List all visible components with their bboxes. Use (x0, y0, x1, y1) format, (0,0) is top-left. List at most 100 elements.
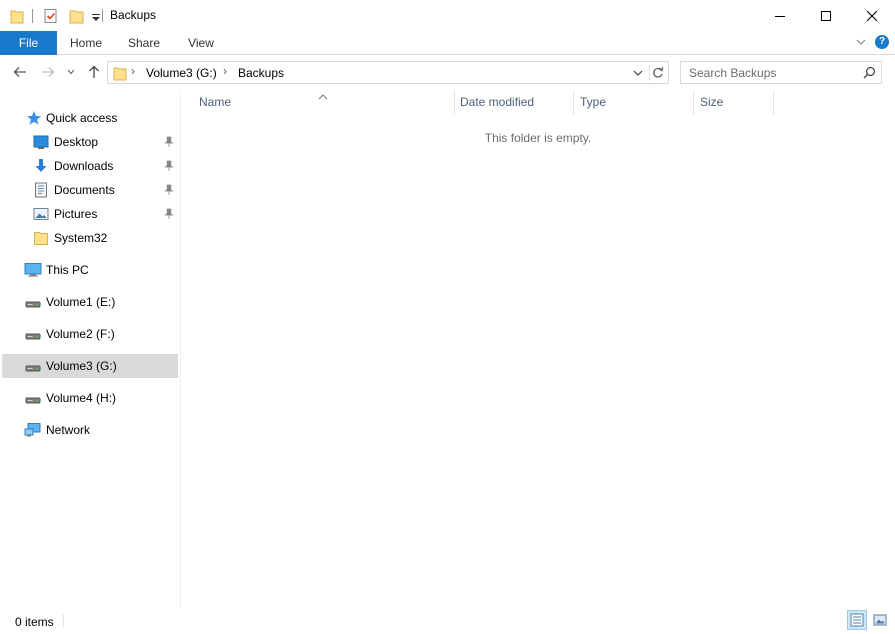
breadcrumb-backups[interactable]: Backups (238, 66, 284, 80)
address-dropdown-button[interactable] (632, 66, 644, 80)
nav-item-label: Documents (54, 183, 115, 197)
drive-icon (24, 326, 41, 342)
help-icon[interactable]: ? (875, 35, 889, 49)
expand-ribbon-button[interactable] (855, 36, 867, 48)
pin-icon[interactable] (164, 184, 174, 196)
pin-icon[interactable] (164, 160, 174, 172)
quick-access-toolbar (10, 6, 101, 26)
folder-icon (33, 230, 49, 246)
nav-item-this-pc[interactable]: This PC (2, 258, 178, 282)
nav-item-system32[interactable]: System32 (2, 226, 178, 250)
maximize-button[interactable] (803, 0, 849, 31)
nav-item-volume2[interactable]: Volume2 (F:) (2, 322, 178, 346)
pin-icon[interactable] (164, 136, 174, 148)
close-button[interactable] (849, 0, 895, 31)
column-header-type[interactable]: Type (573, 90, 693, 115)
maximize-icon (821, 10, 831, 21)
nav-item-documents[interactable]: Documents (2, 178, 178, 202)
breadcrumb-separator[interactable]: › (223, 64, 227, 78)
address-bar[interactable]: › Volume3 (G:) › Backups (107, 61, 669, 84)
nav-item-network[interactable]: Network (2, 418, 178, 442)
nav-item-pictures[interactable]: Pictures (2, 202, 178, 226)
column-header-size[interactable]: Size (693, 90, 773, 115)
column-header-name[interactable]: Name (192, 90, 454, 115)
title-bar: Backups (0, 0, 895, 31)
customize-toolbar-icon[interactable] (91, 8, 101, 24)
chevron-down-icon (67, 69, 75, 75)
arrow-up-icon (89, 65, 99, 78)
refresh-icon (653, 67, 664, 78)
forward-button[interactable] (39, 63, 57, 81)
navigation-pane: Quick access Desktop Downloads Documents (0, 90, 180, 608)
pin-icon[interactable] (164, 208, 174, 220)
nav-item-label: Quick access (46, 111, 118, 125)
chevron-down-icon (856, 39, 866, 45)
arrow-right-icon (42, 67, 55, 77)
desktop-icon (33, 134, 49, 150)
minimize-button[interactable] (757, 0, 803, 31)
tab-file[interactable]: File (0, 31, 57, 55)
folder-icon (10, 8, 24, 24)
column-header-date-modified[interactable]: Date modified (453, 90, 573, 115)
arrow-left-icon (13, 67, 26, 77)
drive-icon (24, 390, 41, 406)
ribbon-tabs: File Home Share View ? (0, 31, 895, 55)
nav-item-desktop[interactable]: Desktop (2, 130, 178, 154)
breadcrumb-separator[interactable]: › (131, 64, 135, 78)
empty-folder-message: This folder is empty. (484, 131, 592, 145)
column-divider[interactable] (773, 90, 774, 115)
large-icons-view-icon (873, 614, 887, 626)
nav-item-quick-access[interactable]: Quick access (2, 106, 178, 130)
recent-locations-button[interactable] (64, 63, 78, 81)
nav-item-downloads[interactable]: Downloads (2, 154, 178, 178)
search-icon[interactable] (863, 66, 876, 79)
documents-icon (33, 182, 49, 198)
details-view-button[interactable] (847, 610, 867, 630)
ribbon-controls: ? (855, 35, 889, 49)
nav-item-label: Desktop (54, 135, 99, 149)
nav-item-volume1[interactable]: Volume1 (E:) (2, 290, 178, 314)
pictures-icon (33, 206, 49, 222)
nav-item-label: Pictures (54, 207, 98, 221)
file-list: Name Date modified Type Size This folder… (181, 90, 895, 608)
title-separator (102, 9, 103, 22)
network-icon (24, 422, 41, 438)
large-icons-view-button[interactable] (870, 610, 890, 630)
nav-item-volume4[interactable]: Volume4 (H:) (2, 386, 178, 410)
refresh-button[interactable] (649, 65, 665, 81)
nav-item-label: Volume3 (G:) (46, 359, 117, 373)
status-separator (63, 614, 64, 628)
nav-item-label: Downloads (54, 159, 114, 173)
tab-home[interactable]: Home (64, 31, 108, 55)
search-input[interactable]: Search Backups (689, 66, 776, 80)
status-bar: 0 items (0, 608, 895, 634)
computer-icon (24, 262, 42, 278)
folder-icon (113, 65, 127, 84)
new-folder-icon[interactable] (69, 8, 85, 24)
drive-icon (24, 358, 41, 374)
window-title: Backups (110, 8, 157, 22)
breadcrumb-volume3[interactable]: Volume3 (G:) (146, 66, 217, 80)
download-icon (33, 158, 49, 174)
drive-icon (24, 294, 41, 310)
chevron-down-icon (633, 70, 643, 76)
minimize-icon (775, 15, 785, 17)
back-button[interactable] (11, 63, 29, 81)
search-box[interactable]: Search Backups (680, 61, 882, 84)
nav-item-label: System32 (54, 231, 108, 245)
properties-icon[interactable] (43, 8, 59, 24)
nav-item-label: Network (46, 423, 91, 437)
up-button[interactable] (85, 63, 103, 81)
toolbar-separator (32, 9, 33, 23)
item-count: 0 items (15, 615, 54, 629)
close-icon (866, 10, 878, 21)
details-view-icon (850, 613, 864, 627)
tab-view[interactable]: View (180, 31, 222, 55)
tab-share[interactable]: Share (121, 31, 167, 55)
star-icon (26, 110, 42, 126)
nav-item-label: Volume4 (H:) (46, 391, 117, 405)
nav-item-label: This PC (46, 263, 89, 277)
nav-item-label: Volume1 (E:) (46, 295, 116, 309)
nav-item-label: Volume2 (F:) (46, 327, 115, 341)
nav-item-volume3[interactable]: Volume3 (G:) (2, 354, 178, 378)
